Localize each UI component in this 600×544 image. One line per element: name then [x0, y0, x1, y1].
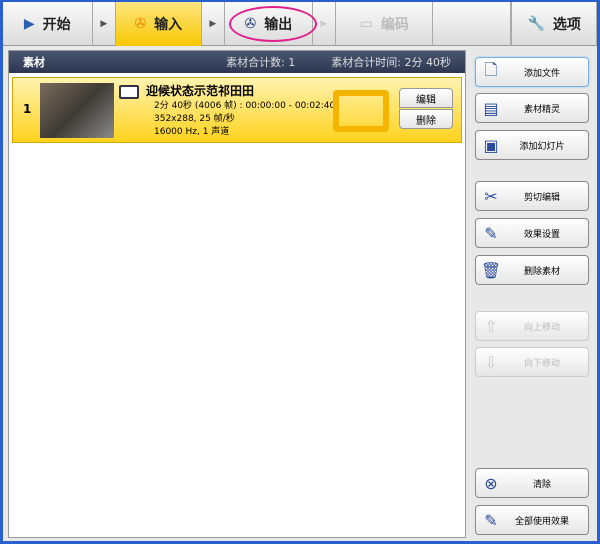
- add-file-icon: 🗋: [484, 59, 498, 79]
- trash-icon: 🗑: [480, 260, 502, 280]
- step-arrow-icon: ▶: [93, 2, 116, 46]
- arrow-up-icon: ⇧: [484, 316, 498, 336]
- play-icon: ▶: [23, 16, 35, 32]
- start-button[interactable]: ▶ 开始: [3, 2, 93, 46]
- item-info: 2分 40秒 (4006 帧) : 00:00:00 - 00:02:40 35…: [154, 101, 336, 137]
- list-header: 素材 素材合计数: 1 素材合计时间: 2分 40秒: [9, 51, 465, 73]
- x-circle-icon: ⊗: [484, 473, 498, 493]
- edit-pen-icon: ✎: [484, 510, 498, 530]
- delete-item-button[interactable]: 🗑 删除素材: [475, 255, 589, 285]
- effects-button[interactable]: ✎ 效果设置: [475, 218, 589, 248]
- cut-edit-button[interactable]: ✂ 剪切编辑: [475, 181, 589, 211]
- input-button[interactable]: ✇ 输入: [115, 2, 202, 46]
- reel-icon: ✇: [134, 16, 147, 32]
- output-button[interactable]: ✇ 输出: [225, 2, 313, 46]
- list-item[interactable]: 1 迎候状态示范祁田田 2分 40秒 (4006 帧) : 00:00:00 -…: [12, 77, 462, 143]
- encode-button[interactable]: ▭ 编码: [336, 2, 434, 46]
- move-down-button[interactable]: ⇩ 向下移动: [475, 347, 589, 377]
- add-slide-button[interactable]: ▣ 添加幻灯片: [475, 130, 589, 160]
- clear-button[interactable]: ⊗ 清除: [475, 468, 589, 498]
- slides-icon: ▣: [483, 135, 499, 155]
- window-add-icon: ▤: [483, 98, 499, 118]
- toolbar: ▶ 开始 ▶ ✇ 输入 ▶ ✇ 输出 ▶ ▭ 编码 🔧 选项: [3, 2, 598, 46]
- apply-all-effects-button[interactable]: ✎ 全部使用效果: [475, 505, 589, 535]
- edit-button[interactable]: 编辑: [399, 88, 453, 108]
- spacer: [433, 2, 512, 46]
- app-window: ▶ 开始 ▶ ✇ 输入 ▶ ✇ 输出 ▶ ▭ 编码 🔧 选项 素材 素材合计数: 1 素材…: [3, 2, 598, 541]
- wrench-icon: 🔧: [527, 16, 545, 32]
- film-icon: [119, 85, 139, 99]
- scissors-icon: ✂: [484, 186, 498, 206]
- material-list: 素材 素材合计数: 1 素材合计时间: 2分 40秒 1 迎候状态示范祁田田 2…: [8, 50, 466, 538]
- delete-button[interactable]: 删除: [399, 109, 453, 129]
- video-thumbnail: [40, 83, 114, 138]
- wizard-button[interactable]: ▤ 素材精灵: [475, 93, 589, 123]
- step-arrow-icon: ▶: [202, 2, 226, 46]
- step-arrow-icon: ▶: [313, 2, 337, 46]
- add-file-button[interactable]: 🗋 添加文件: [475, 57, 589, 87]
- edit-pen-icon: ✎: [484, 223, 498, 243]
- film-icon: ▭: [359, 16, 373, 32]
- film-strip-icon: [333, 90, 389, 132]
- options-button[interactable]: 🔧 选项: [511, 2, 598, 46]
- move-up-button[interactable]: ⇧ 向上移动: [475, 311, 589, 341]
- film-reel-icon: ✇: [244, 16, 257, 32]
- arrow-down-icon: ⇩: [484, 352, 498, 372]
